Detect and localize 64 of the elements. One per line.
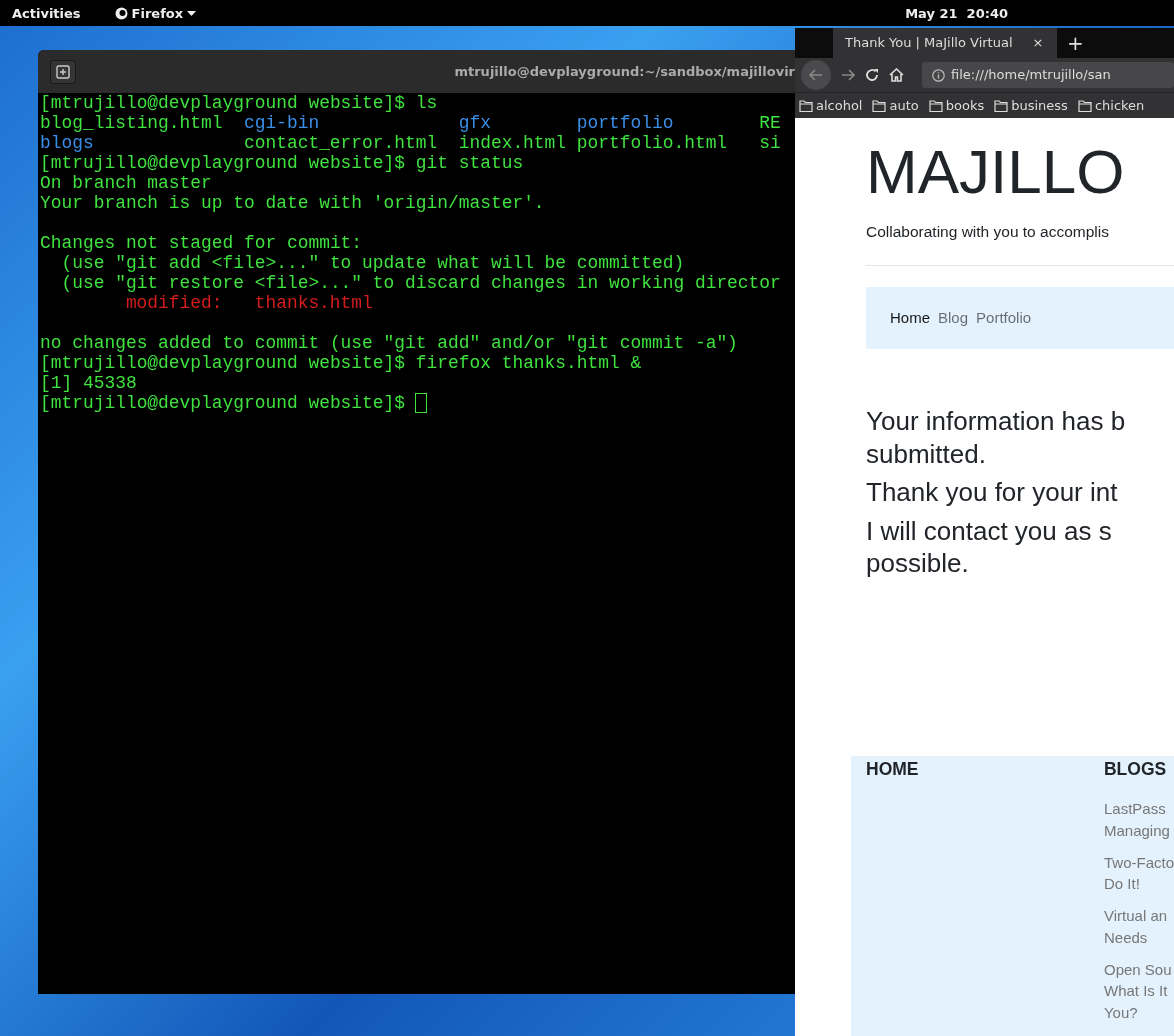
command-line: [mtrujillo@devplayground website]$ git status [40, 153, 524, 173]
site-tagline: Collaborating with you to accomplis [866, 222, 1110, 243]
folder-icon [994, 99, 1009, 112]
back-icon[interactable] [801, 60, 831, 90]
command-line: [mtrujillo@devplayground website]$ [40, 393, 406, 413]
output-line: no changes added to commit (use "git add" and/or "git commit -a") [40, 333, 738, 353]
folder-icon [872, 99, 887, 112]
output-line: (use "git restore <file>..." to discard changes in working director [60, 273, 781, 293]
file-name: blog_listing.html [40, 113, 224, 133]
nav-link[interactable]: Portfolio [976, 307, 1032, 330]
clock[interactable]: May 21 20:40 [905, 5, 1008, 21]
plus-square-icon [56, 64, 70, 79]
caret-icon [187, 10, 197, 16]
reload-icon[interactable] [865, 68, 879, 82]
blog-post-title-link[interactable]: Virtual an Needs [1103, 905, 1174, 949]
nav-link[interactable]: Home [890, 307, 930, 330]
directory-name: blogs [40, 133, 95, 153]
file-name: thanks.html [254, 293, 373, 313]
file-name: portfolio.html [576, 133, 729, 153]
site-title: MAJILLO [866, 138, 1126, 207]
browser-tab[interactable]: Thank You | MaJillo Virtual × [833, 28, 1057, 58]
message-text: Thank you for your int [866, 476, 1119, 509]
address-bar[interactable]: file:///home/mtrujillo/san [922, 62, 1174, 88]
message-text: I will contact you as s possible. [866, 514, 1113, 580]
output-line: On branch master [40, 173, 212, 193]
output-line: (use "git add <file>..." to update what will be committed) [60, 253, 685, 273]
url-text: file:///home/mtrujillo/san [951, 66, 1111, 85]
file-name: RE [759, 113, 782, 133]
folder-icon [1077, 99, 1092, 112]
output-line: [1] 45338 [40, 373, 137, 393]
window-title: mtrujillo@devplayground:~/sandbox/majillovir [454, 64, 795, 79]
close-tab-button[interactable]: × [1032, 33, 1044, 53]
blog-post-title-link[interactable]: Two-Facto Do It! [1103, 851, 1174, 896]
file-name: contact_error.html [244, 133, 439, 153]
directory-name: cgi-bin [244, 113, 321, 133]
file-name: si [759, 133, 782, 153]
command-line: [mtrujillo@devplayground website]$ firefox thanks.html & [40, 353, 642, 373]
directory-name: gfx [458, 113, 492, 133]
forward-icon[interactable] [841, 69, 855, 81]
bookmark-folder[interactable]: alcohol [799, 95, 863, 116]
blog-post-title-link[interactable]: LastPass Managing [1103, 798, 1174, 842]
footer-heading: BLOGS [1103, 757, 1168, 781]
nav-link[interactable]: Blog [938, 307, 969, 330]
message-text: Your information has b submitted. [866, 405, 1127, 471]
directory-name: portfolio [576, 113, 675, 133]
footer-heading: HOME [866, 757, 920, 781]
new-tab-button[interactable] [50, 59, 76, 84]
info-icon[interactable] [932, 68, 945, 82]
status-label: modified: [125, 293, 224, 313]
bookmark-folder[interactable]: chicken [1077, 95, 1145, 116]
bookmark-folder[interactable]: business [994, 95, 1068, 116]
folder-icon [799, 99, 813, 112]
app-menu[interactable]: Firefox [114, 5, 197, 21]
command-line: [mtrujillo@devplayground website]$ ls [40, 93, 438, 113]
home-icon[interactable] [889, 68, 904, 82]
output-line: Changes not staged for commit: [40, 233, 363, 253]
file-name: index.html [458, 133, 568, 153]
new-tab-button[interactable]: + [1057, 28, 1094, 58]
blog-post-title-link[interactable]: Open Sou What Is It You? [1103, 958, 1174, 1024]
output-line: Your branch is up to date with 'origin/master'. [40, 193, 545, 213]
activities-button[interactable]: Activities [12, 5, 81, 21]
folder-icon [928, 99, 943, 112]
bookmark-folder[interactable]: auto [872, 95, 919, 116]
bookmark-folder[interactable]: books [928, 95, 985, 116]
